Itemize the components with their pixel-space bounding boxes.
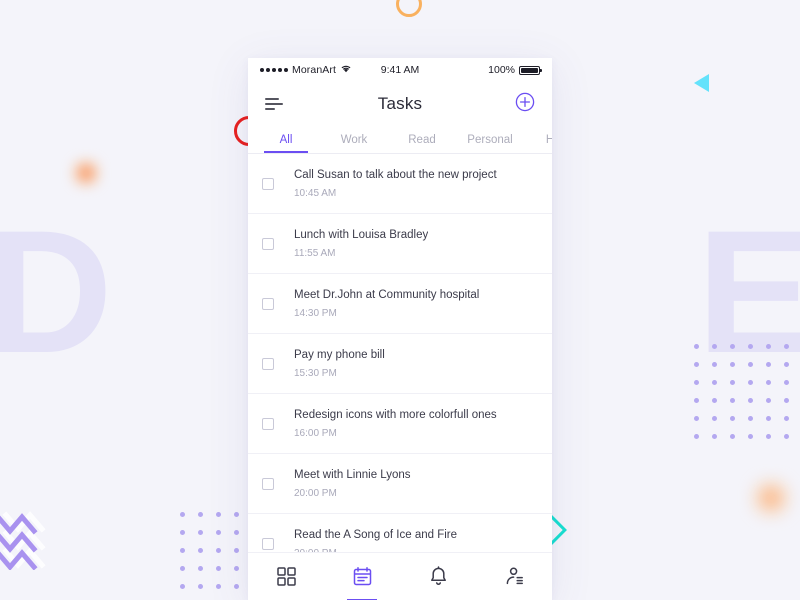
task-time: 20:00 PM bbox=[294, 487, 337, 499]
orange-ring-shape bbox=[396, 0, 422, 17]
tab-label: Read bbox=[408, 133, 436, 146]
tab-all[interactable]: All bbox=[252, 126, 320, 153]
status-time: 9:41 AM bbox=[380, 64, 420, 76]
app-navbar: Tasks bbox=[248, 82, 552, 126]
task-row[interactable]: Redesign icons with more colorfull ones 1… bbox=[248, 394, 552, 454]
task-time: 16:00 PM bbox=[294, 427, 337, 439]
task-list[interactable]: Call Susan to talk about the new project… bbox=[248, 154, 552, 552]
bottom-navigation[interactable] bbox=[248, 552, 552, 600]
task-body: Meet with Linnie Lyons 20:00 PM bbox=[294, 469, 411, 499]
tab-label: Work bbox=[340, 133, 368, 146]
battery-percent-label: 100% bbox=[488, 64, 515, 76]
task-time: 11:55 AM bbox=[294, 247, 336, 259]
tab-work[interactable]: Work bbox=[320, 126, 388, 153]
task-title: Call Susan to talk about the new project bbox=[294, 168, 497, 181]
add-task-button[interactable] bbox=[515, 92, 535, 117]
task-time: 10:45 AM bbox=[294, 187, 337, 199]
task-body: Redesign icons with more colorfull ones 1… bbox=[294, 409, 497, 439]
cyan-triangle-shape bbox=[694, 74, 709, 92]
task-row[interactable]: Lunch with Louisa Bradley 11:55 AM bbox=[248, 214, 552, 274]
nav-item-notifications[interactable] bbox=[400, 553, 476, 600]
bell-icon bbox=[428, 566, 449, 587]
status-bar: MoranArt 9:41 AM 100% bbox=[248, 58, 552, 82]
battery-icon bbox=[519, 65, 542, 75]
task-checkbox[interactable] bbox=[262, 357, 274, 370]
grid-icon bbox=[276, 566, 297, 587]
tab-personal[interactable]: Personal bbox=[456, 126, 524, 153]
task-body: Lunch with Louisa Bradley 11:55 AM bbox=[294, 229, 428, 259]
task-body: Call Susan to talk about the new project… bbox=[294, 169, 497, 199]
orange-blur-square bbox=[76, 163, 96, 183]
orange-blur-circle bbox=[757, 484, 785, 512]
task-checkbox[interactable] bbox=[262, 417, 274, 430]
task-body: Meet Dr.John at Community hospital 14:30 … bbox=[294, 289, 479, 319]
tab-read[interactable]: Read bbox=[388, 126, 456, 153]
category-tabs[interactable]: All Work Read Personal Hom bbox=[248, 126, 552, 154]
nav-item-calendar[interactable] bbox=[324, 553, 400, 600]
purple-chevrons-shape bbox=[0, 505, 48, 570]
page-title: Tasks bbox=[377, 94, 423, 113]
nav-item-profile[interactable] bbox=[476, 553, 552, 600]
task-row[interactable]: Call Susan to talk about the new project… bbox=[248, 154, 552, 214]
task-checkbox[interactable] bbox=[262, 177, 274, 190]
task-checkbox[interactable] bbox=[262, 297, 274, 310]
user-list-icon bbox=[504, 566, 525, 587]
tab-hom[interactable]: Hom bbox=[524, 126, 552, 153]
task-title: Meet with Linnie Lyons bbox=[294, 468, 411, 481]
task-title: Read the A Song of Ice and Fire bbox=[294, 528, 458, 541]
task-row[interactable]: Read the A Song of Ice and Fire20:00 PM bbox=[248, 514, 552, 552]
task-checkbox[interactable] bbox=[262, 237, 274, 250]
tab-label: Hom bbox=[546, 134, 552, 146]
task-body: Pay my phone bill 15:30 PM bbox=[294, 349, 385, 379]
task-row[interactable]: Meet Dr.John at Community hospital 14:30 … bbox=[248, 274, 552, 334]
nav-item-grid[interactable] bbox=[248, 553, 324, 600]
tab-label: Personal bbox=[467, 133, 513, 146]
calendar-icon bbox=[352, 566, 373, 587]
task-row[interactable]: Pay my phone bill 15:30 PM bbox=[248, 334, 552, 394]
tab-label: All bbox=[279, 133, 293, 146]
task-title: Lunch with Louisa Bradley bbox=[294, 228, 429, 241]
task-row[interactable]: Meet with Linnie Lyons 20:00 PM bbox=[248, 454, 552, 514]
task-title: Pay my phone bill bbox=[294, 348, 385, 361]
hamburger-menu-icon[interactable] bbox=[265, 98, 283, 110]
wifi-icon bbox=[340, 64, 352, 76]
task-title: Meet Dr.John at Community hospital bbox=[294, 288, 480, 301]
phone-mockup: MoranArt 9:41 AM 100% Tasks All Work Read P… bbox=[248, 58, 552, 600]
signal-strength-icon bbox=[260, 68, 288, 72]
task-checkbox[interactable] bbox=[262, 537, 274, 550]
task-body: Read the A Song of Ice and Fire20:00 PM bbox=[294, 529, 457, 553]
task-title: Redesign icons with more colorfull ones bbox=[294, 408, 497, 421]
carrier-label: MoranArt bbox=[292, 64, 336, 76]
task-time: 14:30 PM bbox=[294, 307, 337, 319]
task-time: 15:30 PM bbox=[294, 367, 337, 379]
task-checkbox[interactable] bbox=[262, 477, 274, 490]
